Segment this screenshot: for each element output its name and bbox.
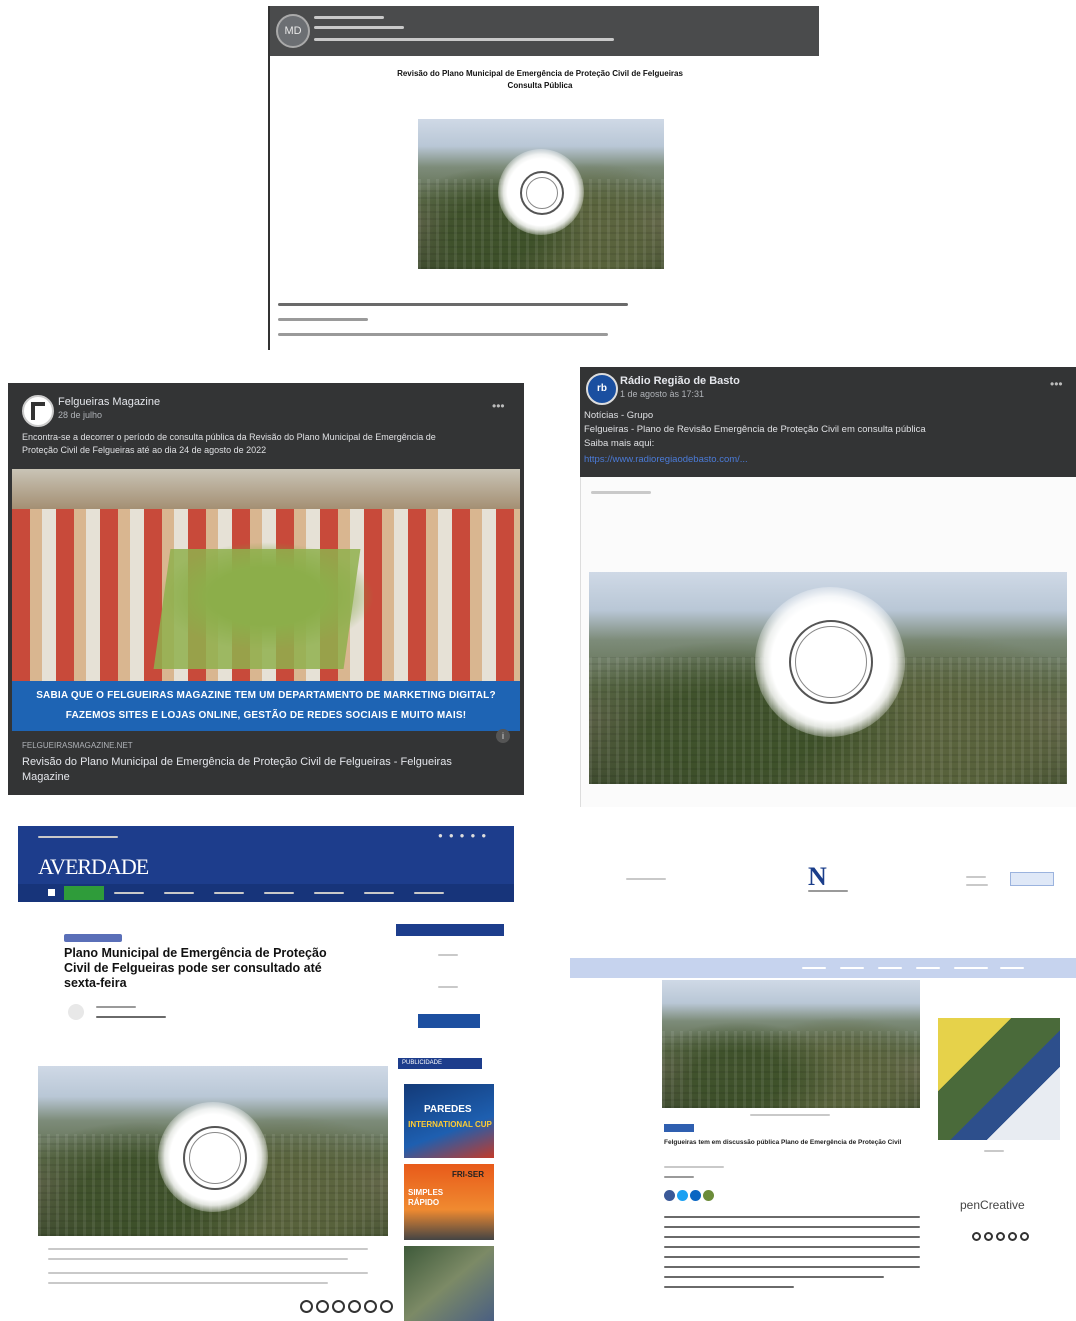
civil-protection-seal-icon [520,171,564,215]
news-nav-bar[interactable] [570,958,1076,978]
headline-line-1: Revisão do Plano Municipal de Emergência… [397,69,683,78]
side-map-image[interactable] [938,1018,1060,1140]
article-headline[interactable]: Plano Municipal de Emergência de Proteçã… [64,946,334,991]
ad2-sub: SIMPLES RÁPIDO [408,1188,444,1207]
averdade-header: ●●●●● AVERDADE [18,826,514,902]
link-domain: FELGUEIRASMAGAZINE.NET [22,741,133,750]
post-date[interactable]: 1 de agosto às 17:31 [620,389,704,399]
radio-regiao-post: rb Rádio Região de Basto 1 de agosto às … [580,367,1076,477]
post-text: Encontra-se a decorrer o período de cons… [22,432,436,455]
civil-protection-seal-icon [183,1126,247,1190]
ad-aerial-photo[interactable] [404,1246,494,1321]
top-post-header: MD [270,6,819,56]
ad-fri-ser[interactable]: FRI-SER SIMPLES RÁPIDO [404,1164,494,1240]
post-date[interactable]: 28 de julho [58,410,102,420]
more-options-icon[interactable]: ••• [492,399,505,413]
share-icons[interactable] [300,1300,396,1318]
page-name[interactable]: Rádio Região de Basto [620,375,740,387]
post-line-3: Saiba mais aqui: [584,438,655,449]
ad1-sub: INTERNATIONAL CUP [408,1120,492,1129]
town-square-photo[interactable] [12,469,520,681]
post-link[interactable]: https://www.radioregiaodebasto.com/... [584,453,748,466]
top-post-card: MD Revisão do Plano Municipal de Emergên… [268,6,819,350]
pencreative-logo[interactable]: penCreative [960,1198,1025,1212]
sidebar-publicidade: PUBLICIDADE [398,1058,482,1069]
news-n-site: N Felgueiras tem em discussão pública Pl… [570,818,1076,1321]
category-tags[interactable] [64,934,122,942]
banner-line-1: SABIA QUE O FELGUEIRAS MAGAZINE TEM UM D… [36,690,496,701]
article-title[interactable]: Felgueiras tem em discussão pública Plan… [664,1138,924,1147]
radio-preview-image[interactable] [589,572,1067,784]
post-line-1: Notícias - Grupo [584,410,654,421]
social-icons[interactable]: ●●●●● [438,831,492,840]
sidebar-tag[interactable] [396,924,504,936]
radio-avatar[interactable]: rb [586,373,618,405]
felgueiras-magazine-post: Felgueiras Magazine 28 de julho ••• Enco… [8,383,524,795]
footer-social-icons[interactable] [972,1228,1032,1246]
top-post-image[interactable] [418,119,664,269]
more-options-icon[interactable]: ••• [1050,377,1063,391]
civil-protection-seal-icon [789,620,873,704]
news-article-image[interactable] [662,980,920,1108]
headline-line-2: Consulta Pública [507,81,573,90]
article-category-tag[interactable] [664,1124,694,1132]
averdade-nav[interactable] [18,884,514,902]
avatar[interactable]: MD [276,14,310,48]
news-n-logo[interactable]: N [808,862,827,892]
ad1-title: PAREDES [424,1104,472,1115]
nav-active-tab[interactable] [64,886,104,900]
marketing-banner[interactable]: SABIA QUE O FELGUEIRAS MAGAZINE TEM UM D… [12,681,520,731]
radio-regiao-preview[interactable] [580,477,1076,807]
home-icon[interactable] [48,889,55,896]
post-line-2: Felgueiras - Plano de Revisão Emergência… [584,424,926,435]
banner-line-2: FAZEMOS SITES E LOJAS ONLINE, GESTÃO DE … [65,710,467,721]
ad2-title: FRI-SER [452,1170,484,1179]
top-post-headline: Revisão do Plano Municipal de Emergência… [370,68,710,92]
averdade-logo[interactable]: AVERDADE [38,854,149,880]
info-icon[interactable]: i [496,729,510,743]
felgueiras-magazine-avatar[interactable] [22,395,54,427]
ad-paredes-cup[interactable]: PAREDES INTERNATIONAL CUP [404,1084,494,1158]
page-name[interactable]: Felgueiras Magazine [58,396,160,408]
header-button[interactable] [1010,872,1054,886]
subscribe-button[interactable] [418,1014,480,1028]
averdade-site: ●●●●● AVERDADE Plano Municipal de Emergê… [18,826,514,1321]
link-title[interactable]: Revisão do Plano Municipal de Emergência… [22,755,482,785]
share-buttons[interactable] [664,1188,714,1206]
author-avatar [68,1004,84,1020]
article-image[interactable] [38,1066,388,1236]
